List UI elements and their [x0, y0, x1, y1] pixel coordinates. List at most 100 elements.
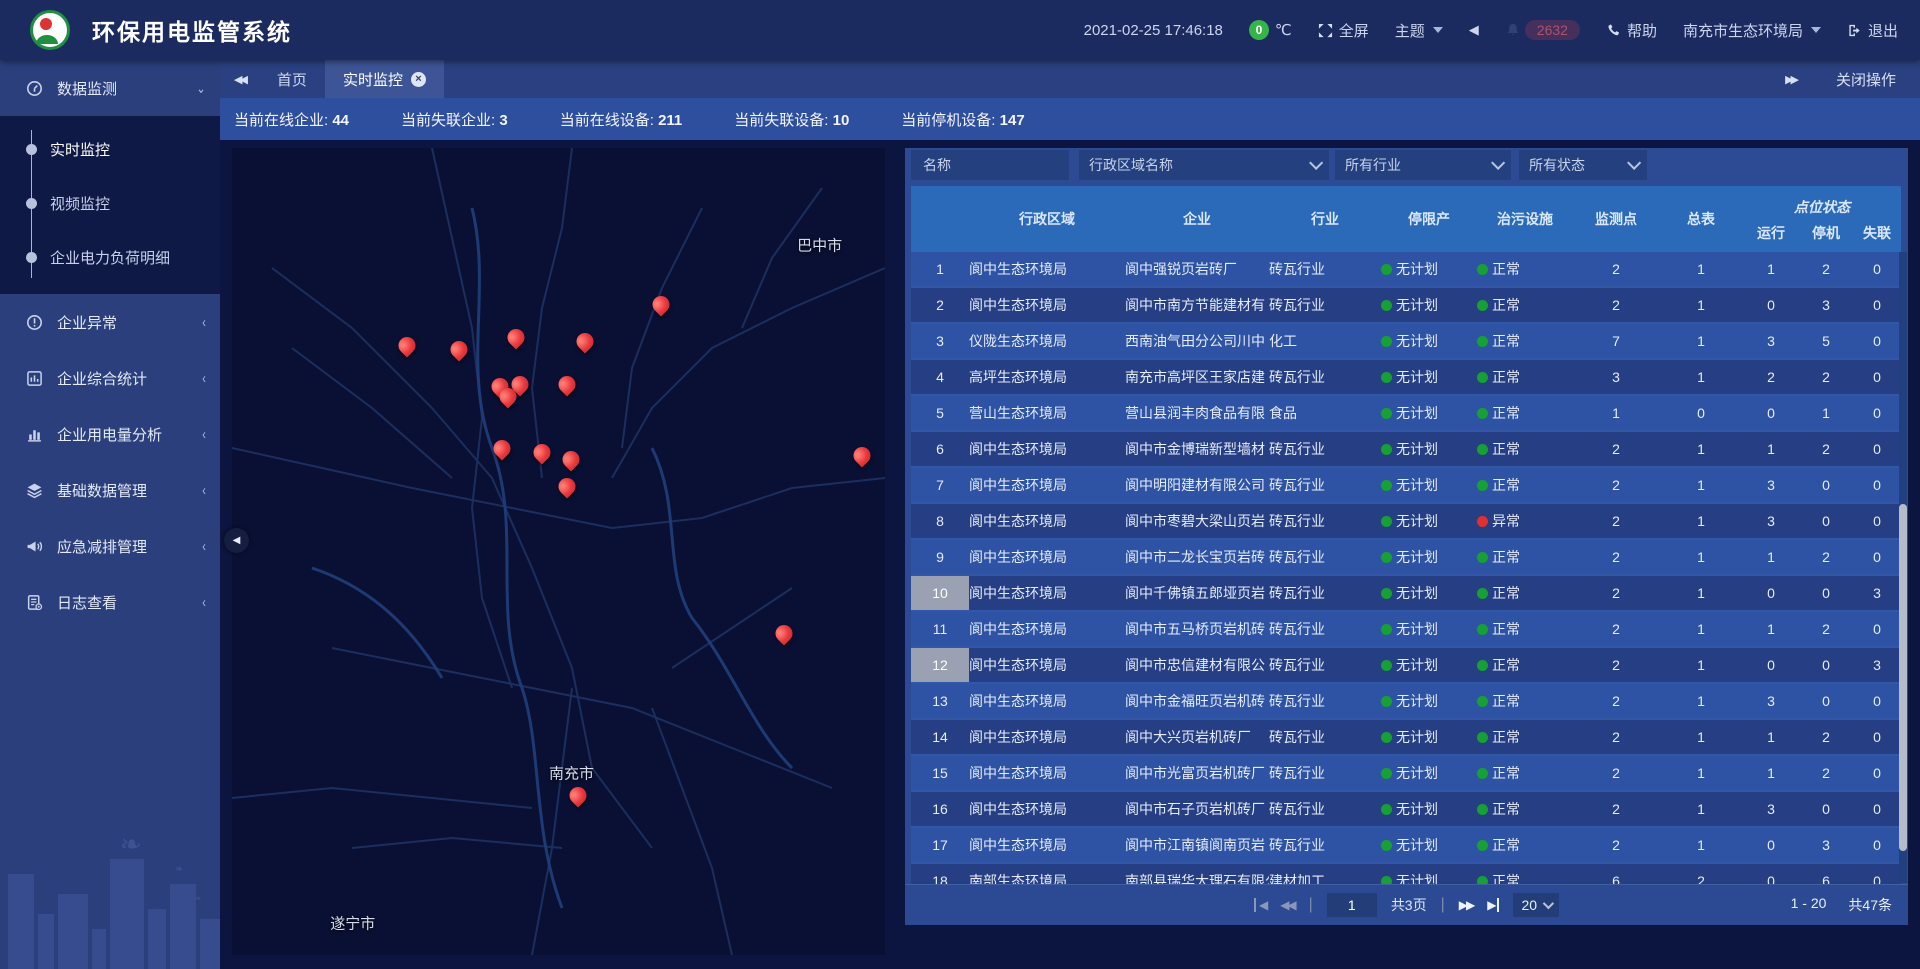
tab-home[interactable]: 首页	[259, 60, 325, 98]
cell-stop: 2	[1799, 369, 1853, 385]
table-row[interactable]: 2 阆中生态环境局 阆中市南方节能建材有 砖瓦行业 无计划 正常 2 1 0 3…	[911, 288, 1901, 324]
cell-plan: 无计划	[1381, 691, 1477, 711]
status-filter-select[interactable]: 所有状态	[1519, 150, 1647, 180]
page-size-select[interactable]: 20	[1513, 893, 1559, 917]
chevron-down-icon	[1433, 27, 1443, 33]
table-row[interactable]: 1 阆中生态环境局 阆中强锐页岩砖厂 砖瓦行业 无计划 正常 2 1 1 2 0	[911, 252, 1901, 288]
cell-company: 阆中强锐页岩砖厂	[1125, 259, 1269, 279]
cell-region: 南部生态环境局	[969, 871, 1125, 885]
sound-button[interactable]: ◀	[1469, 22, 1479, 38]
sidebar-group-base-data[interactable]: 基础数据管理 ‹	[0, 462, 220, 518]
butterfly-icon: ❧	[120, 829, 142, 860]
cell-industry: 砖瓦行业	[1269, 547, 1381, 567]
logout-button[interactable]: 退出	[1847, 20, 1898, 41]
col-group-point-status: 点位状态 运行 停机 失联	[1743, 186, 1901, 252]
sidebar-group-log-view[interactable]: 日志查看 ‹	[0, 574, 220, 630]
temperature-badge: 0	[1249, 20, 1269, 40]
name-filter-field[interactable]	[911, 150, 1069, 180]
chevron-left-icon: ‹	[202, 370, 206, 387]
sidebar-group-emergency-reduction[interactable]: 应急减排管理 ‹	[0, 518, 220, 574]
last-page-button[interactable]: ▶	[1487, 898, 1499, 912]
table-row[interactable]: 6 阆中生态环境局 阆中市金博瑞新型墙材 砖瓦行业 无计划 正常 2 1 1 2…	[911, 432, 1901, 468]
stat-item: 当前在线设备: 211	[560, 109, 683, 130]
close-tab-icon[interactable]: ×	[411, 72, 426, 87]
industry-filter-select[interactable]: 所有行业	[1335, 150, 1511, 180]
sidebar-item-realtime-monitor[interactable]: 实时监控	[0, 122, 220, 176]
table-row[interactable]: 4 高坪生态环境局 南充市高坪区王家店建 砖瓦行业 无计划 正常 3 1 2 2…	[911, 360, 1901, 396]
table-row[interactable]: 11 阆中生态环境局 阆中市五马桥页岩机砖 砖瓦行业 无计划 正常 2 1 1 …	[911, 612, 1901, 648]
sidebar-group-enterprise-abnormal[interactable]: 企业异常 ‹	[0, 294, 220, 350]
notifications[interactable]: 2632	[1505, 20, 1580, 40]
status-dot	[1381, 300, 1392, 311]
pagination-bar: ◀ ◀◀ | 1 共3页 | ▶▶ ▶ 20 1 - 20 共47条	[905, 884, 1908, 925]
cell-region: 阆中生态环境局	[969, 835, 1125, 855]
sidebar-item-power-load-detail[interactable]: 企业电力负荷明细	[0, 230, 220, 284]
stat-item: 当前停机设备: 147	[901, 109, 1024, 130]
page-number-input[interactable]: 1	[1327, 893, 1377, 917]
table-row[interactable]: 14 阆中生态环境局 阆中大兴页岩机砖厂 砖瓦行业 无计划 正常 2 1 1 2…	[911, 720, 1901, 756]
tabs-scroll-right-button[interactable]: ▶▶	[1771, 73, 1810, 86]
org-dropdown[interactable]: 南充市生态环境局	[1683, 20, 1821, 41]
cell-industry: 砖瓦行业	[1269, 475, 1381, 495]
status-dot	[1381, 372, 1392, 383]
sidebar-group-power-analysis[interactable]: 企业用电量分析 ‹	[0, 406, 220, 462]
cell-meters: 1	[1659, 441, 1743, 457]
divider: |	[1309, 896, 1313, 914]
cell-company: 阆中市石子页岩机砖厂	[1125, 799, 1269, 819]
table-row[interactable]: 18 南部生态环境局 南部县瑞华大理石有限公 建材加工 无计划 正常 6 2 0…	[911, 864, 1901, 885]
table-row[interactable]: 9 阆中生态环境局 阆中市二龙长宝页岩砖 砖瓦行业 无计划 正常 2 1 1 2…	[911, 540, 1901, 576]
map[interactable]: 巴中市南充市遂宁市	[232, 148, 885, 955]
next-page-button[interactable]: ▶▶	[1459, 898, 1473, 912]
theme-dropdown[interactable]: 主题	[1395, 20, 1443, 41]
col-points: 监测点	[1573, 186, 1659, 252]
cell-plan: 无计划	[1381, 799, 1477, 819]
city-label: 遂宁市	[330, 912, 375, 933]
cell-plan: 无计划	[1381, 763, 1477, 783]
table-row[interactable]: 17 阆中生态环境局 阆中市江南镇阆南页岩 砖瓦行业 无计划 正常 2 1 0 …	[911, 828, 1901, 864]
cell-region: 阆中生态环境局	[969, 547, 1125, 567]
sidebar-collapse-button[interactable]: ◀	[224, 528, 249, 553]
col-region: 行政区域	[969, 186, 1125, 252]
tab-realtime-monitor[interactable]: 实时监控 ×	[325, 60, 444, 98]
cell-row-number: 8	[911, 504, 969, 538]
table-row[interactable]: 12 阆中生态环境局 阆中市忠信建材有限公 砖瓦行业 无计划 正常 2 1 0 …	[911, 648, 1901, 684]
prev-page-button[interactable]: ◀◀	[1280, 898, 1294, 912]
table-row[interactable]: 13 阆中生态环境局 阆中市金福旺页岩机砖 砖瓦行业 无计划 正常 2 1 3 …	[911, 684, 1901, 720]
cell-points: 2	[1573, 657, 1659, 673]
cell-lost: 0	[1853, 513, 1901, 529]
table-row[interactable]: 10 阆中生态环境局 阆中千佛镇五郎垭页岩 砖瓦行业 无计划 正常 2 1 0 …	[911, 576, 1901, 612]
cell-stop: 2	[1799, 549, 1853, 565]
status-dot	[1477, 768, 1488, 779]
tabs-scroll-left-button[interactable]: ◀◀	[220, 73, 259, 86]
sidebar: 数据监测 ⌄ 实时监控 视频监控 企业电力负荷明细 企业异常 ‹ 企业综合统计 …	[0, 60, 220, 969]
sidebar-item-video-monitor[interactable]: 视频监控	[0, 176, 220, 230]
top-header: 环保用电监管系统 2021-02-25 17:46:18 0 ℃ 全屏 主题 ◀…	[0, 0, 1920, 60]
scrollbar-thumb[interactable]	[1899, 504, 1907, 851]
chevron-left-icon: ‹	[202, 426, 206, 443]
help-button[interactable]: 帮助	[1606, 20, 1657, 41]
table-row[interactable]: 16 阆中生态环境局 阆中市石子页岩机砖厂 砖瓦行业 无计划 正常 2 1 3 …	[911, 792, 1901, 828]
name-filter-input[interactable]	[921, 156, 1059, 174]
table-row[interactable]: 5 营山生态环境局 营山县润丰肉食品有限 食品 无计划 正常 1 0 0 1 0	[911, 396, 1901, 432]
table-row[interactable]: 8 阆中生态环境局 阆中市枣碧大梁山页岩 砖瓦行业 无计划 异常 2 1 3 0…	[911, 504, 1901, 540]
fullscreen-button[interactable]: 全屏	[1318, 20, 1369, 41]
table-row[interactable]: 7 阆中生态环境局 阆中明阳建材有限公司 砖瓦行业 无计划 正常 2 1 3 0…	[911, 468, 1901, 504]
status-dot	[1381, 696, 1392, 707]
stats-bar: 当前在线企业: 44 当前失联企业: 3 当前在线设备: 211 当前失联设备:…	[220, 98, 1920, 140]
sidebar-group-data-monitoring[interactable]: 数据监测 ⌄	[0, 60, 220, 116]
table-scrollbar[interactable]	[1899, 252, 1907, 883]
table-row[interactable]: 3 仪陇生态环境局 西南油气田分公司川中 化工 无计划 正常 7 1 3 5 0	[911, 324, 1901, 360]
region-filter-select[interactable]: 行政区域名称	[1079, 150, 1329, 180]
status-dot	[1477, 660, 1488, 671]
cell-row-number: 14	[911, 720, 969, 754]
first-page-button[interactable]: ◀	[1254, 898, 1266, 912]
total-pages-label: 共3页	[1391, 895, 1427, 915]
cell-industry: 砖瓦行业	[1269, 295, 1381, 315]
cell-points: 2	[1573, 585, 1659, 601]
cell-company: 阆中市南方节能建材有	[1125, 295, 1269, 315]
sidebar-group-enterprise-statistics[interactable]: 企业综合统计 ‹	[0, 350, 220, 406]
table-row[interactable]: 15 阆中生态环境局 阆中市光富页岩机砖厂 砖瓦行业 无计划 正常 2 1 1 …	[911, 756, 1901, 792]
status-dot	[1477, 696, 1488, 707]
close-operations-button[interactable]: 关闭操作	[1836, 69, 1896, 90]
cell-facility: 正常	[1477, 331, 1573, 351]
